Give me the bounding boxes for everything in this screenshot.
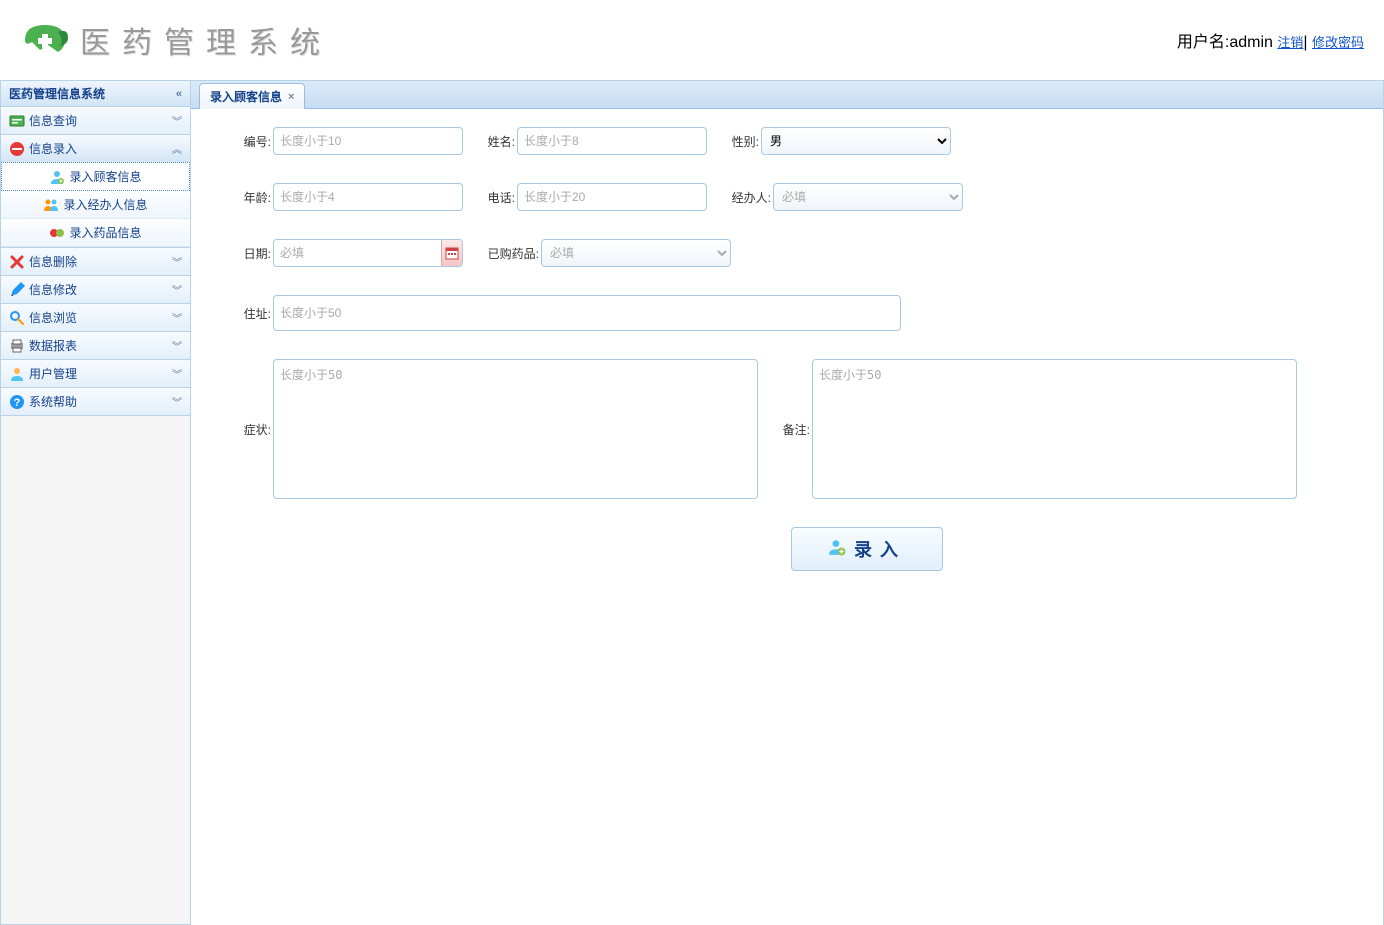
svg-text:?: ? <box>14 397 21 409</box>
sidebar-item-delete[interactable]: 信息删除 ︾ <box>1 248 190 275</box>
age-label: 年龄: <box>221 189 273 206</box>
sub-item-label: 录入药品信息 <box>69 224 141 241</box>
sub-item-customer[interactable]: 录入顾客信息 <box>1 162 190 191</box>
sub-item-label: 录入经办人信息 <box>63 196 147 213</box>
sidebar-title: 医药管理信息系统 « <box>1 81 190 107</box>
agent-select[interactable]: 必填 <box>773 183 963 211</box>
user-prefix: 用户名: <box>1177 34 1229 51</box>
sidebar-item-label: 信息浏览 <box>29 309 77 326</box>
purchased-select[interactable]: 必填 <box>541 239 731 267</box>
gender-select[interactable]: 男 <box>761 127 951 155</box>
chevron-down-icon: ︾ <box>172 282 182 297</box>
sidebar-item-label: 信息录入 <box>29 140 77 157</box>
id-input[interactable] <box>273 127 463 155</box>
card-icon <box>9 113 25 129</box>
tab-customer-entry[interactable]: 录入顾客信息 × <box>199 83 305 109</box>
date-input[interactable] <box>274 240 441 266</box>
sidebar-item-label: 用户管理 <box>29 365 77 382</box>
sidebar-item-label: 系统帮助 <box>29 393 77 410</box>
sidebar-item-edit[interactable]: 信息修改 ︾ <box>1 276 190 303</box>
tabs-bar: 录入顾客信息 × <box>191 81 1383 109</box>
user-area: 用户名:admin 注销| 修改密码 <box>1177 28 1364 52</box>
sidebar-title-text: 医药管理信息系统 <box>9 85 105 102</box>
address-label: 住址: <box>221 305 273 322</box>
logout-link[interactable]: 注销 <box>1277 35 1303 50</box>
remark-textarea[interactable] <box>812 359 1297 499</box>
purchased-label: 已购药品: <box>483 245 541 262</box>
printer-icon <box>9 338 25 354</box>
user-icon <box>49 169 65 185</box>
name-label: 姓名: <box>483 133 517 150</box>
symptom-label: 症状: <box>221 421 273 438</box>
customer-form: 编号: 姓名: 性别: 男 年龄: <box>191 109 1383 589</box>
chevron-down-icon: ︾ <box>172 394 182 409</box>
sidebar-item-user-mgmt[interactable]: 用户管理 ︾ <box>1 360 190 387</box>
sidebar-item-query[interactable]: 信息查询 ︾ <box>1 107 190 134</box>
phone-input[interactable] <box>517 183 707 211</box>
chevron-down-icon: ︾ <box>172 366 182 381</box>
app-title: 医药管理系统 <box>80 18 332 62</box>
sub-item-medicine[interactable]: 录入药品信息 <box>1 219 190 247</box>
sub-item-label: 录入顾客信息 <box>69 168 141 185</box>
submit-button[interactable]: 录入 <box>791 527 943 571</box>
pencil-icon <box>9 282 25 298</box>
help-icon: ? <box>9 394 25 410</box>
chevron-down-icon: ︾ <box>172 113 182 128</box>
tab-label: 录入顾客信息 <box>210 88 282 105</box>
chevron-down-icon: ︾ <box>172 254 182 269</box>
id-label: 编号: <box>221 133 273 150</box>
date-label: 日期: <box>221 245 273 262</box>
gender-label: 性别: <box>727 133 761 150</box>
phone-label: 电话: <box>483 189 517 206</box>
symptom-textarea[interactable] <box>273 359 758 499</box>
sidebar-item-browse[interactable]: 信息浏览 ︾ <box>1 304 190 331</box>
name-input[interactable] <box>517 127 707 155</box>
search-icon <box>9 310 25 326</box>
user-add-icon <box>828 538 846 561</box>
agent-label: 经办人: <box>727 189 773 206</box>
change-password-link[interactable]: 修改密码 <box>1312 35 1364 50</box>
age-input[interactable] <box>273 183 463 211</box>
sidebar-item-entry[interactable]: 信息录入 ︽ <box>1 135 190 162</box>
sidebar: 医药管理信息系统 « 信息查询 ︾ 信息录入 ︽ 录入顾客信息 <box>0 80 191 925</box>
submit-label: 录入 <box>854 536 906 562</box>
separator: | <box>1303 34 1307 51</box>
sidebar-collapse-icon[interactable]: « <box>176 88 182 100</box>
sidebar-item-report[interactable]: 数据报表 ︾ <box>1 332 190 359</box>
address-input[interactable] <box>273 295 901 331</box>
sidebar-item-label: 信息修改 <box>29 281 77 298</box>
chevron-up-icon: ︽ <box>172 141 182 156</box>
chevron-down-icon: ︾ <box>172 338 182 353</box>
logo-area: 医药管理系统 <box>20 18 332 62</box>
users-icon <box>43 197 59 213</box>
sidebar-item-label: 数据报表 <box>29 337 77 354</box>
logo-icon <box>20 20 70 60</box>
remark-label: 备注: <box>778 421 812 438</box>
sidebar-item-label: 信息查询 <box>29 112 77 129</box>
no-entry-icon <box>9 141 25 157</box>
header: 医药管理系统 用户名:admin 注销| 修改密码 <box>0 0 1384 80</box>
content-area: 录入顾客信息 × 编号: 姓名: 性别: 男 <box>191 80 1384 925</box>
pill-icon <box>49 225 65 241</box>
sidebar-item-help[interactable]: ? 系统帮助 ︾ <box>1 388 190 415</box>
close-icon[interactable]: × <box>288 91 294 103</box>
delete-icon <box>9 254 25 270</box>
user-mgmt-icon <box>9 366 25 382</box>
sub-item-agent[interactable]: 录入经办人信息 <box>1 191 190 219</box>
calendar-icon[interactable] <box>441 240 462 266</box>
username: admin <box>1229 34 1273 51</box>
chevron-down-icon: ︾ <box>172 310 182 325</box>
sidebar-item-label: 信息删除 <box>29 253 77 270</box>
